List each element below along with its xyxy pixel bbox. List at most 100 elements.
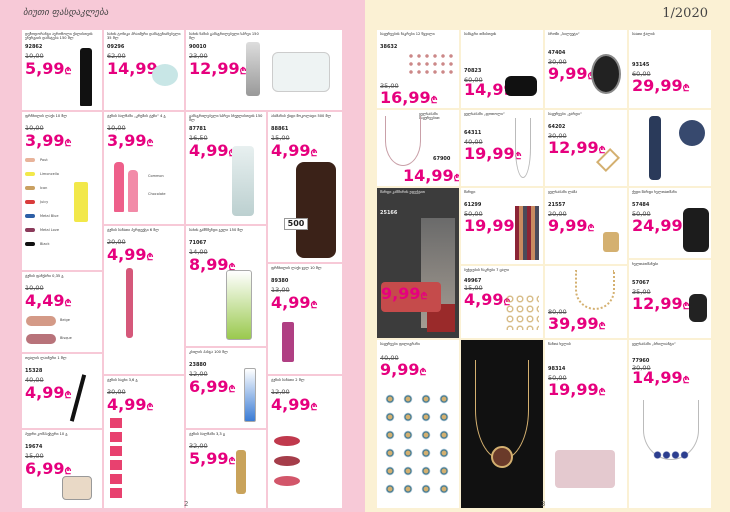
sale-price: 9,99₾: [380, 360, 427, 379]
product-code: 21557: [548, 202, 566, 208]
product-title: ფრჩხილის ლაქი ჯელ 10 მლ: [271, 266, 322, 270]
sale-price: 19,99₾: [464, 144, 522, 163]
swatch-label: Chocolate: [148, 192, 166, 196]
product-cell[interactable]: ხელთათმანები 57067 35,00 12,99₾: [629, 260, 711, 338]
necklace-image: [385, 116, 421, 166]
product-cell[interactable]: პუდრი კომპაქტური 10 გ 19674 15,00 6,99₾: [22, 430, 102, 508]
product-cell[interactable]: 9,99₾: [377, 266, 459, 336]
sale-price: 9,99₾: [548, 216, 595, 235]
product-title: შარფი: [464, 190, 476, 194]
product-title: საათი ქალის: [632, 32, 655, 36]
sale-price: 29,99₾: [632, 76, 690, 95]
sale-price: 14,99₾: [632, 368, 690, 387]
product-cell[interactable]: ფრჩხილის ლაქი 10 მლ 10,00 3,99₾ Pout Lim…: [22, 112, 102, 270]
sale-price: 4,99₾: [271, 395, 318, 414]
sale-price: 12,99₾: [189, 59, 247, 78]
product-code: 15328: [25, 368, 43, 374]
product-cell[interactable]: დეზოდორანტი აეროზოლი ქალისთვის ენერგიის …: [22, 30, 102, 110]
sale-price: 4,99₾: [25, 383, 72, 402]
product-cell[interactable]: ბროში „სილუეტი“ 47404 30,00 9,99₾: [545, 30, 627, 108]
product-cell[interactable]: ბეჭდების ნაკრები 7 ცალი 49967 15,00 4,99…: [461, 266, 543, 338]
lips-image: [274, 436, 300, 446]
product-code: 93145: [632, 62, 650, 68]
eyeliner-pen-image: [69, 374, 87, 422]
lipstick-image: [114, 162, 124, 212]
nail-swatch: [25, 200, 35, 204]
product-title: სახის გამწმენდი გელი 150 მლ: [189, 228, 244, 232]
product-code: 90010: [189, 44, 207, 50]
product-cell[interactable]: ქუდი შარფი ხელთათმანი 57484 50,00 24,99₾: [629, 188, 711, 258]
product-cell[interactable]: ფრჩხილის ლაქი ჯელ 10 მლ 89380 13,00 4,99…: [268, 264, 342, 374]
product-cell[interactable]: საყურეების ნაკრები 12 წყვილი 38632 35,00…: [377, 30, 459, 108]
right-page: 1/2020 საყურეების ნაკრები 12 წყვილი 3863…: [365, 0, 730, 512]
product-cell[interactable]: სამაგრი თმისთვის 70823 60,00 14,99₾: [461, 30, 543, 108]
product-cell[interactable]: საათი ქალის 93145 60,00 29,99₾: [629, 30, 711, 108]
product-cell[interactable]: ჩანთა ხელის 98314 50,00 19,99₾: [545, 340, 627, 508]
nail-swatch: [25, 172, 35, 176]
product-title: გამაგრილებელი სპრეი სხეულისთვის 150 მლ: [189, 114, 263, 123]
product-cell[interactable]: [629, 110, 711, 186]
product-title: ტუჩის ფანქარი 0,35 გ: [25, 274, 64, 278]
product-title: საყურეების ნაკრები 12 წყვილი: [380, 32, 435, 36]
product-cell[interactable]: აბაზანის ქაფი შოკოლადი 500 მლ 88861 15,0…: [268, 112, 342, 262]
sale-price: 19,99₾: [464, 216, 522, 235]
product-cell[interactable]: შარფი 61299 50,00 19,99₾: [461, 188, 543, 264]
sale-price: 9,99₾: [381, 284, 428, 303]
product-code: 38632: [380, 44, 398, 50]
product-cell[interactable]: კბილის პასტა 100 მლ 23880 12,00 6,99₾: [186, 348, 266, 428]
cream-jar-image: [272, 52, 330, 92]
product-title: ფრჩხილის ლაქი 10 მლ: [25, 114, 68, 118]
swatch-label: Beige: [60, 318, 70, 322]
product-cell[interactable]: ტუჩის სანათი 2 მლ 12,00 4,99₾: [268, 376, 342, 508]
product-cell[interactable]: გამაგრილებელი სპრეი სხეულისთვის 150 მლ 8…: [186, 112, 266, 224]
sale-price: 9,99₾: [548, 64, 594, 83]
lip-liner-swatch: [26, 334, 56, 344]
product-cell[interactable]: თვალის ლაინერი 1 მლ 15328 40,00 4,99₾: [22, 354, 102, 428]
product-cell[interactable]: საყურეები ფილიგრანი 40,00 9,99₾: [377, 340, 459, 508]
product-cell[interactable]: ტუჩის ბალზამი „კრემის ტუჩი“ 4 გ 10,00 3,…: [104, 112, 184, 224]
product-cell[interactable]: სახის ნამის გამაგრილებელი სპრეი 150 მლ 9…: [186, 30, 342, 110]
product-cell[interactable]: ყელსაბამი საყურეებით 67900 14,99₾: [377, 110, 459, 186]
lip-liner-swatch: [26, 316, 56, 326]
product-title: აბაზანის ქაფი შოკოლადი 500 მლ: [271, 114, 332, 118]
sale-price: 4,99₾: [271, 141, 318, 160]
nail-polish-image: [74, 182, 88, 222]
product-cell[interactable]: ყელსაბამი „ბრილიანტი“ 77960 30,00 14,99₾: [629, 340, 711, 508]
earrings-grid-image: [407, 52, 453, 78]
spray-bottle-image: [232, 146, 254, 216]
product-code: 57067: [632, 280, 650, 286]
product-cell[interactable]: ტუჩის სანათი პერფექტი 6 მლ 20,00 4,99₾: [104, 226, 184, 374]
product-cell[interactable]: ყელსაბამი „ფოთოლი“ 64311 40,00 19,99₾: [461, 110, 543, 186]
product-cell[interactable]: სახის გამწმენდი გელი 150 მლ 71067 14,00 …: [186, 226, 266, 346]
product-cell[interactable]: ტუჩის ფანქარი 0,35 გ 10,00 4,49₾ Beige B…: [22, 272, 102, 352]
product-code: 19674: [25, 444, 43, 450]
product-title: ჩანთა ხელის: [548, 342, 571, 346]
nail-swatch: [25, 186, 35, 190]
sale-price: 14,99₾: [403, 166, 459, 185]
pendant-necklaces-image: [475, 360, 529, 460]
page-number: 3: [541, 500, 546, 508]
nail-swatch: [25, 214, 35, 218]
product-cell[interactable]: სახის ტონიკი პრაიმერი დამატენიანებელი 35…: [104, 30, 184, 110]
product-title: შარფი კაშმირის ეფექტით: [380, 190, 426, 194]
product-cell[interactable]: ყელსაბამი ლამა 21557 20,00 9,99₾: [545, 188, 627, 264]
lips-image: [274, 456, 300, 466]
volume-badge: 500: [284, 218, 308, 230]
product-code: 92862: [25, 44, 43, 50]
product-code: 88861: [271, 126, 289, 132]
product-title: ტუჩის ბალზამი „კრემის ტუჩი“ 4 გ: [107, 114, 166, 118]
filigree-earrings-grid: [381, 390, 455, 500]
product-code: 09296: [107, 44, 125, 50]
sale-price: 4,99₾: [271, 293, 318, 312]
product-cell[interactable]: ტუჩის ბალზამი 3,3 გ 32,00 5,99₾: [186, 430, 266, 508]
product-cell[interactable]: საყურეები „ვარდი“ 64202 30,00 12,99₾: [545, 110, 627, 186]
product-cell[interactable]: 80,00 39,99₾: [545, 266, 627, 338]
product-title: საყურეები „ვარდი“: [548, 112, 582, 116]
product-cell[interactable]: [461, 340, 543, 508]
llama-pendant-image: [603, 232, 619, 252]
deodorant-image: [80, 48, 92, 106]
lip-gloss-image: [126, 268, 133, 338]
product-cell[interactable]: ტუჩის საცხი 3,6 გ 30,00 4,99₾: [104, 376, 184, 508]
pearl-necklace-image: [575, 270, 615, 310]
swatch-label: Common: [148, 174, 164, 178]
